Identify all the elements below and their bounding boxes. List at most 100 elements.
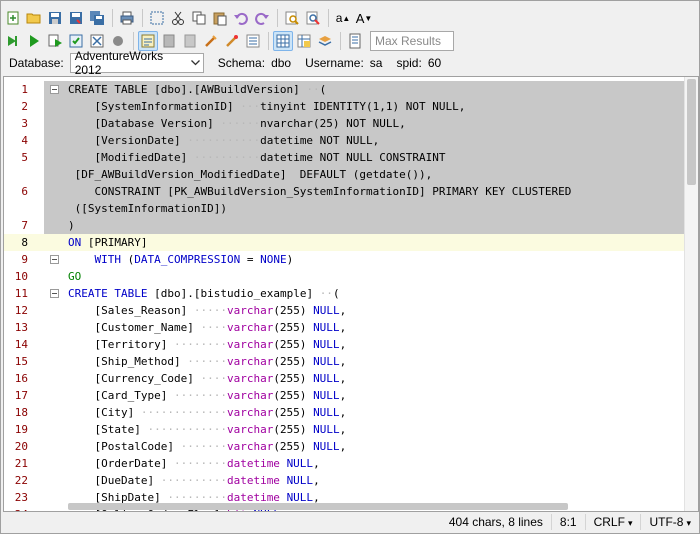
- sql-editor[interactable]: 123456789101112131415161718192021222324 …: [3, 76, 699, 512]
- code-area[interactable]: CREATE TABLE [dbo].[AWBuildVersion] ··( …: [66, 77, 684, 511]
- cut-icon[interactable]: [168, 8, 188, 28]
- code-line-text: [DueDate] ··········datetime NULL,: [68, 474, 320, 487]
- code-line[interactable]: [ModifiedDate] ··········datetime NOT NU…: [66, 149, 684, 166]
- rollback-icon[interactable]: [180, 31, 200, 51]
- code-line[interactable]: [Ship_Method] ······varchar(255) NULL,: [66, 353, 684, 370]
- spid-info: spid: 60: [396, 56, 441, 70]
- select-all-icon[interactable]: [147, 8, 167, 28]
- comment-icon[interactable]: [222, 31, 242, 51]
- fold-toggle-icon[interactable]: [50, 289, 59, 298]
- fold-gutter-row: [44, 387, 66, 404]
- code-line[interactable]: CREATE TABLE [dbo].[AWBuildVersion] ··(: [66, 81, 684, 98]
- results-text-icon[interactable]: [294, 31, 314, 51]
- vertical-scrollbar[interactable]: [684, 77, 698, 511]
- code-line[interactable]: [OrderDate] ········datetime NULL,: [66, 455, 684, 472]
- fold-toggle-icon[interactable]: [50, 255, 59, 264]
- auto-commit-icon[interactable]: [138, 31, 158, 51]
- code-line-text: CREATE TABLE [dbo].[bistudio_example] ··…: [68, 287, 340, 300]
- execute-icon[interactable]: [24, 31, 44, 51]
- code-line[interactable]: [Database Version] ······nvarchar(25) NO…: [66, 115, 684, 132]
- commit-icon[interactable]: [159, 31, 179, 51]
- line-number: 11: [4, 285, 44, 302]
- find-icon[interactable]: [282, 8, 302, 28]
- code-line-text: [PostalCode] ·······varchar(255) NULL,: [68, 440, 347, 453]
- explain-plan-icon[interactable]: [87, 31, 107, 51]
- code-line[interactable]: ON [PRIMARY]: [66, 234, 684, 251]
- toolbar-top: a ▲ A ▼: [3, 6, 375, 30]
- status-line-ending[interactable]: CRLF ▾: [584, 514, 641, 530]
- code-line[interactable]: [PostalCode] ·······varchar(255) NULL,: [66, 438, 684, 455]
- results-file-icon[interactable]: [315, 31, 335, 51]
- uncomment-icon[interactable]: [243, 31, 263, 51]
- fold-gutter-row: [44, 81, 66, 98]
- spid-label: spid:: [396, 56, 422, 70]
- execute-script-icon[interactable]: [66, 31, 86, 51]
- font-decrease-icon[interactable]: A ▼: [354, 8, 374, 28]
- max-results-input[interactable]: [370, 31, 454, 51]
- fold-gutter-row: [44, 438, 66, 455]
- line-number: 4: [4, 132, 44, 149]
- code-line[interactable]: CONSTRAINT [PK_AWBuildVersion_SystemInfo…: [66, 183, 684, 200]
- redo-icon[interactable]: [252, 8, 272, 28]
- execute-current-icon[interactable]: [45, 31, 65, 51]
- open-folder-icon[interactable]: [24, 8, 44, 28]
- code-line[interactable]: WITH (DATA_COMPRESSION = NONE): [66, 251, 684, 268]
- copy-icon[interactable]: [189, 8, 209, 28]
- line-number: [4, 166, 44, 183]
- paste-icon[interactable]: [210, 8, 230, 28]
- code-line[interactable]: [DueDate] ··········datetime NULL,: [66, 472, 684, 489]
- font-increase-icon[interactable]: a ▲: [333, 8, 353, 28]
- code-line[interactable]: [State] ············varchar(255) NULL,: [66, 421, 684, 438]
- code-line-text: CONSTRAINT [PK_AWBuildVersion_SystemInfo…: [68, 185, 572, 198]
- code-line[interactable]: [DF_AWBuildVersion_ModifiedDate] DEFAULT…: [66, 166, 684, 183]
- username-info: Username: sa: [305, 56, 382, 70]
- code-line[interactable]: CREATE TABLE [dbo].[bistudio_example] ··…: [66, 285, 684, 302]
- code-line[interactable]: [Sales_Reason] ·····varchar(255) NULL,: [66, 302, 684, 319]
- database-label: Database:: [9, 56, 64, 70]
- line-number-text: 18: [14, 406, 28, 419]
- line-number: 13: [4, 319, 44, 336]
- line-number-text: 16: [14, 372, 28, 385]
- database-select[interactable]: AdventureWorks 2012: [69, 49, 204, 77]
- code-line[interactable]: [Card_Type] ········varchar(255) NULL,: [66, 387, 684, 404]
- save-as-icon[interactable]: [66, 8, 86, 28]
- code-line[interactable]: [Territory] ········varchar(255) NULL,: [66, 336, 684, 353]
- horizontal-scroll-thumb[interactable]: [68, 503, 568, 510]
- results-grid-icon[interactable]: [273, 31, 293, 51]
- stop-icon[interactable]: [108, 31, 128, 51]
- chevron-down-icon: ▾: [627, 518, 633, 528]
- code-line[interactable]: [VersionDate] ···········datetime NOT NU…: [66, 132, 684, 149]
- code-line[interactable]: ([SystemInformationID]): [66, 200, 684, 217]
- save-icon[interactable]: [45, 8, 65, 28]
- history-icon[interactable]: [345, 31, 365, 51]
- format-sql-icon[interactable]: [201, 31, 221, 51]
- print-icon[interactable]: [117, 8, 137, 28]
- code-line[interactable]: [City] ·············varchar(255) NULL,: [66, 404, 684, 421]
- fold-toggle-icon[interactable]: [50, 85, 59, 94]
- chevron-down-icon: ▾: [686, 518, 691, 528]
- toolbar-separator: [340, 32, 341, 50]
- vertical-scroll-thumb[interactable]: [687, 79, 696, 185]
- code-line[interactable]: ): [66, 217, 684, 234]
- code-line[interactable]: [Currency_Code] ····varchar(255) NULL,: [66, 370, 684, 387]
- code-line[interactable]: GO: [66, 268, 684, 285]
- status-cursor-position: 8:1: [550, 514, 585, 530]
- status-encoding[interactable]: UTF-8 ▾: [640, 514, 699, 530]
- code-line[interactable]: [Customer_Name] ····varchar(255) NULL,: [66, 319, 684, 336]
- save-all-icon[interactable]: [87, 8, 107, 28]
- line-number-text: 22: [14, 474, 28, 487]
- schema-value: dbo: [271, 56, 292, 70]
- fold-gutter-row: [44, 268, 66, 285]
- execute-plan-icon[interactable]: [3, 31, 23, 51]
- find-replace-icon[interactable]: [303, 8, 323, 28]
- line-number-text: 1: [21, 83, 28, 96]
- fold-gutter-row: [44, 251, 66, 268]
- line-number-text: 9: [21, 253, 28, 266]
- fold-gutter-row: [44, 200, 66, 217]
- fold-gutter-row: [44, 319, 66, 336]
- code-line[interactable]: [SystemInformationID] ···tinyint IDENTIT…: [66, 98, 684, 115]
- undo-icon[interactable]: [231, 8, 251, 28]
- new-file-icon[interactable]: [3, 8, 23, 28]
- chevron-down-icon: [187, 54, 202, 72]
- line-number: 12: [4, 302, 44, 319]
